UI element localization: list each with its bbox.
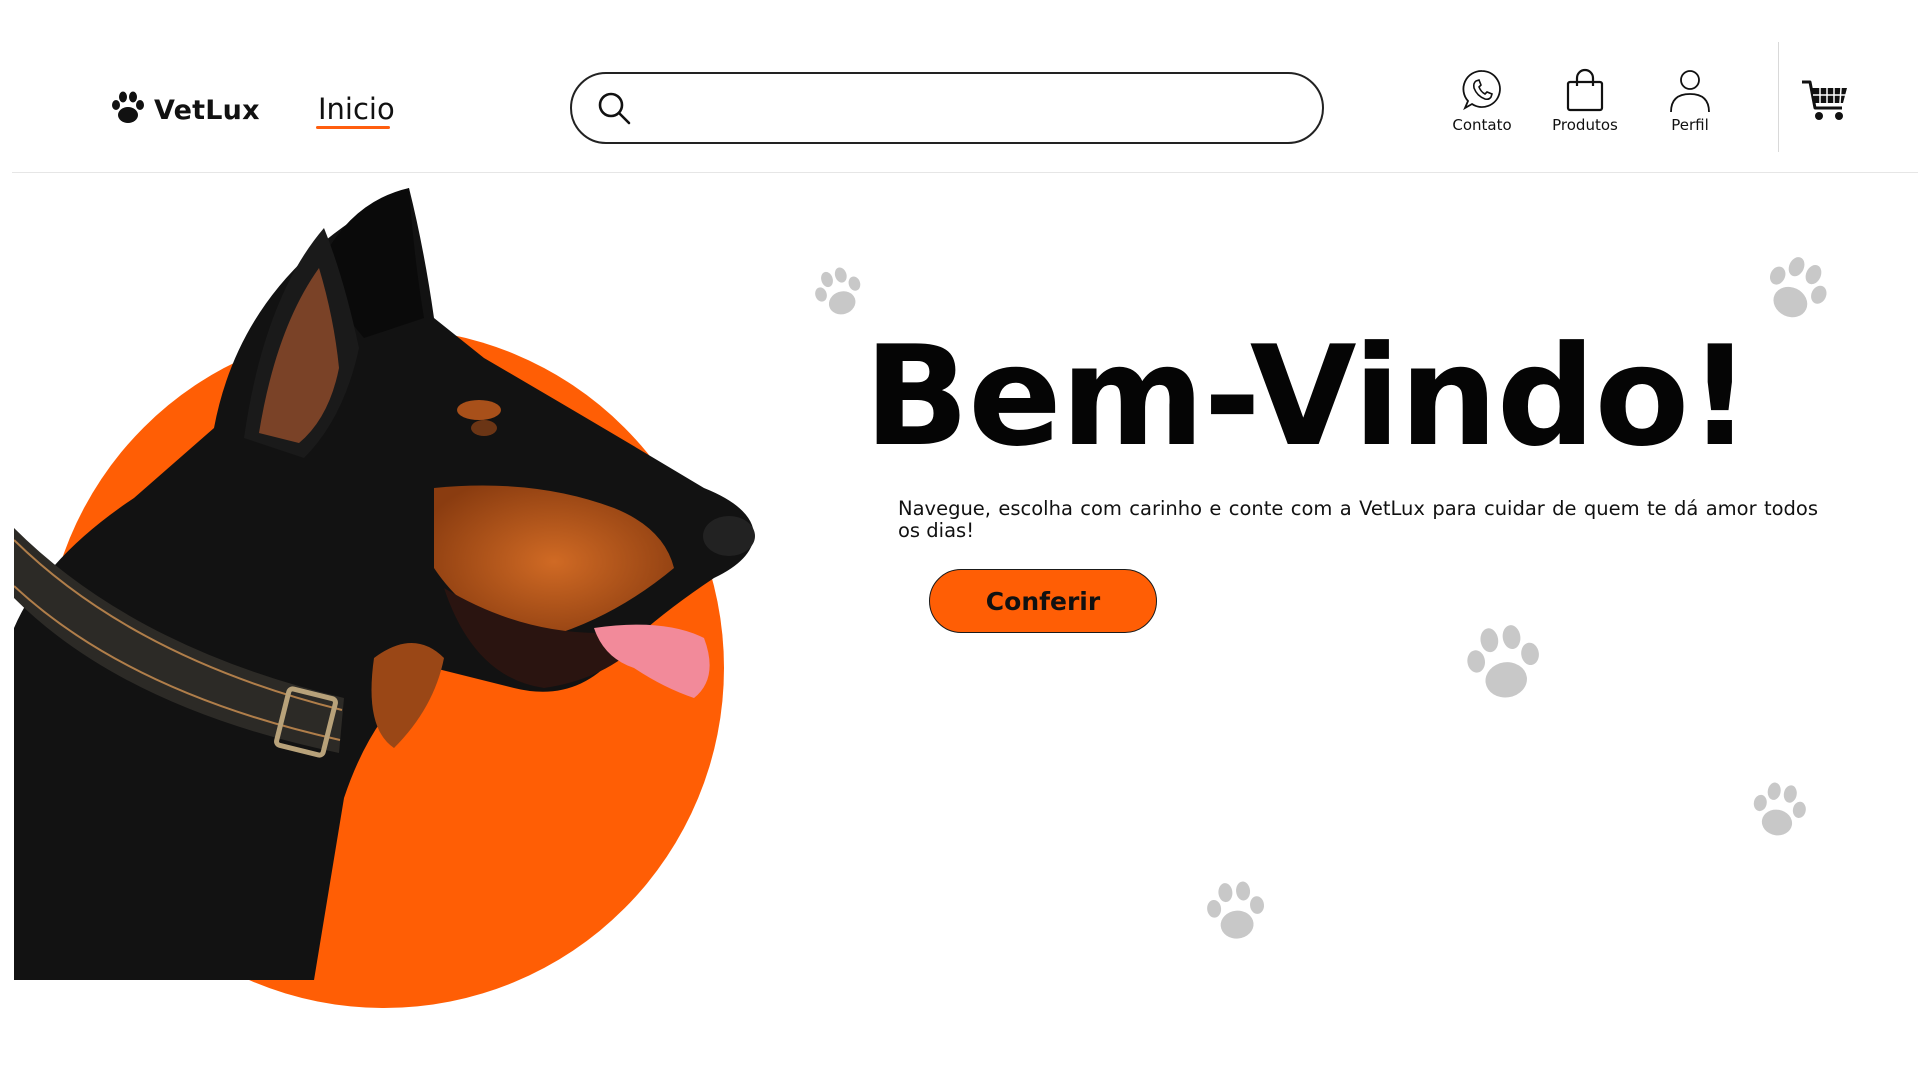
phone-icon [1462,70,1501,111]
hero-title: Bem-Vindo! [864,316,1751,477]
paw-print-icon [1753,782,1806,836]
paw-print-icon [815,267,861,315]
conferir-button[interactable]: Conferir [929,569,1157,633]
logo-text: VetLux [154,94,260,126]
nav-link-inicio[interactable]: Inicio [318,92,395,126]
search-input[interactable] [652,88,1296,130]
search-bar[interactable] [570,72,1324,144]
shopping-cart-icon[interactable] [1800,76,1850,126]
paw-print-icon [1207,881,1264,939]
contato-label: Contato [1452,116,1512,134]
perfil-button[interactable]: Perfil [1645,66,1735,134]
paw-print-icon [1467,625,1539,698]
paw-print-icon [1769,257,1827,318]
produtos-button[interactable]: Produtos [1540,66,1630,134]
hero-subtitle: Navegue, escolha com carinho e conte com… [898,497,1818,542]
produtos-label: Produtos [1552,116,1618,134]
header-bottom-border [12,172,1918,173]
shopping-bag-icon [1566,68,1604,112]
site-header: VetLux Inicio Contato Produtos Perfil [0,0,1920,173]
header-divider [1778,42,1779,152]
contato-button[interactable]: Contato [1437,66,1527,134]
user-icon [1670,70,1710,113]
nav-active-indicator [316,126,390,129]
logo[interactable]: VetLux [108,88,260,132]
perfil-label: Perfil [1671,116,1709,134]
doberman-dog-image [14,188,755,980]
paw-logo-icon [108,88,148,132]
